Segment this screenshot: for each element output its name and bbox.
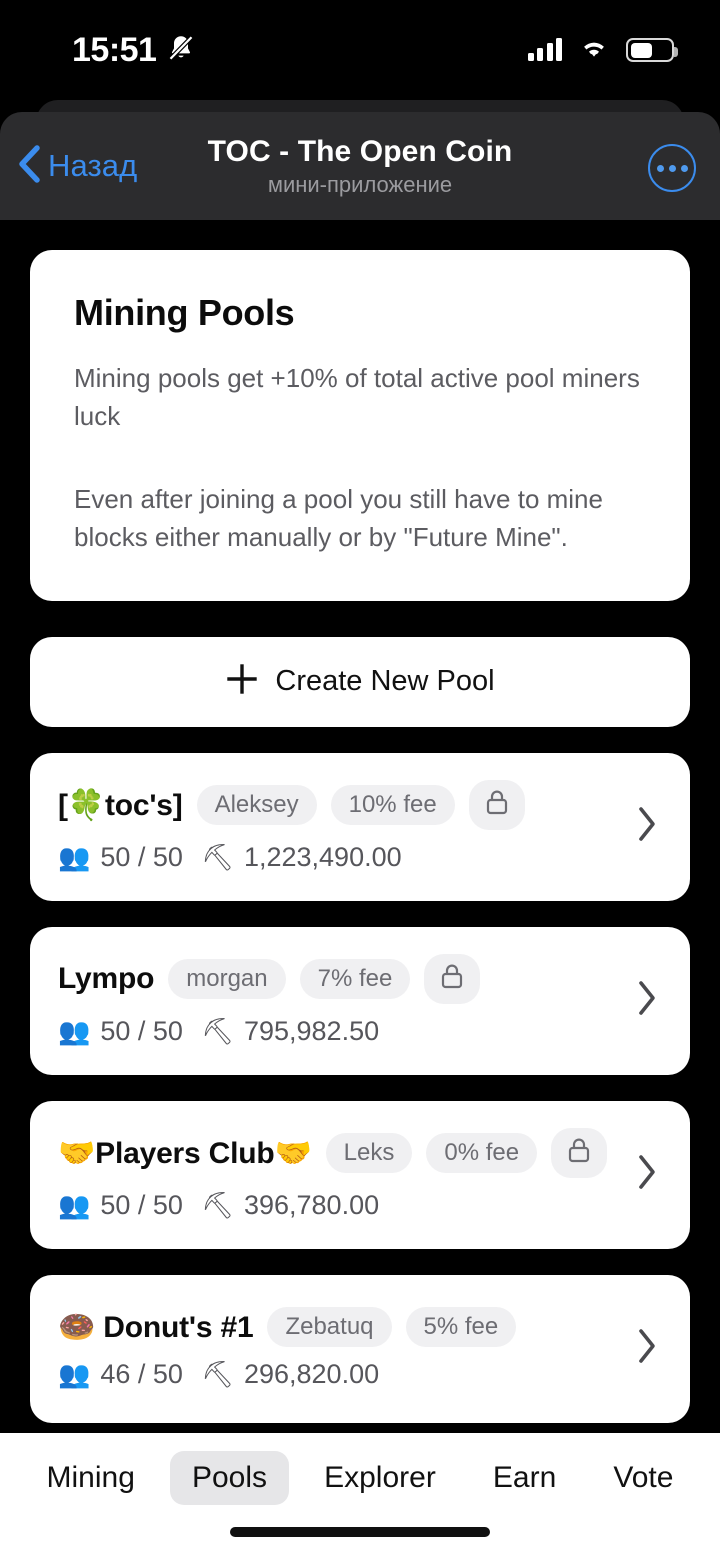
chevron-right-icon[interactable] — [634, 1325, 660, 1372]
pool-row[interactable]: [🍀toc's] Aleksey 10% fee 👥 50 / 50 ⛏ 1,223,490… — [30, 752, 690, 901]
pool-row-top: 🍩 Donut's #1 Zebatuq 5% fee — [58, 1307, 622, 1348]
pool-row-stats: 👥 50 / 50 ⛏ 1,223,490.00 — [58, 842, 622, 873]
pool-hashrate-value: 1,223,490.00 — [243, 842, 402, 873]
pool-name: 🍩 Donut's #1 — [58, 1310, 254, 1344]
pool-owner-badge: Leks — [325, 1133, 413, 1174]
busts-in-silhouette-emoji: 👥 — [58, 1016, 91, 1047]
pool-hashrate-value: 396,780.00 — [243, 1190, 380, 1221]
chevron-right-icon[interactable] — [634, 1151, 660, 1198]
pick-emoji: ⛏ — [200, 1016, 234, 1047]
pool-fee-badge: 10% fee — [330, 785, 455, 826]
pick-emoji: ⛏ — [200, 1190, 234, 1221]
chevron-left-icon — [16, 143, 42, 190]
pool-hashrate-value: 296,820.00 — [243, 1359, 380, 1390]
pool-row-content: Lympo morgan 7% fee 👥 50 / 50 ⛏ 795,982.50 — [58, 954, 622, 1047]
back-button[interactable]: Назад — [16, 112, 137, 220]
more-dot — [680, 164, 688, 172]
pool-hashrate-stat: ⛏ 296,820.00 — [201, 1359, 379, 1390]
create-new-pool-label: Create New Pool — [275, 665, 495, 698]
more-dot — [656, 164, 664, 172]
plus-icon — [225, 662, 259, 701]
pool-fee-badge: 5% fee — [405, 1307, 517, 1348]
bell-slash-icon — [166, 33, 196, 68]
more-options-button[interactable] — [648, 144, 696, 192]
pool-members-stat: 👥 50 / 50 — [58, 842, 183, 873]
lock-icon — [438, 961, 466, 997]
pool-row[interactable]: Lympo morgan 7% fee 👥 50 / 50 ⛏ 795,982.50 — [30, 926, 690, 1075]
pool-row-top: Lympo morgan 7% fee — [58, 954, 622, 1005]
busts-in-silhouette-emoji: 👥 — [58, 1359, 91, 1390]
pool-owner-badge: Aleksey — [196, 785, 317, 826]
pool-row-top: [🍀toc's] Aleksey 10% fee — [58, 780, 622, 831]
tab-earn[interactable]: Earn — [471, 1451, 578, 1505]
chevron-right-icon[interactable] — [634, 977, 660, 1024]
pool-row-stats: 👥 50 / 50 ⛏ 795,982.50 — [58, 1016, 622, 1047]
pool-members-value: 50 / 50 — [100, 1190, 183, 1221]
wifi-icon — [578, 36, 610, 65]
chevron-right-icon[interactable] — [634, 803, 660, 850]
pool-row[interactable]: 🤝Players Club🤝 Leks 0% fee 👥 50 / 50 ⛏ 396,780… — [30, 1100, 690, 1249]
tab-explorer[interactable]: Explorer — [302, 1451, 458, 1505]
pool-row-stats: 👥 46 / 50 ⛏ 296,820.00 — [58, 1359, 622, 1390]
pool-name: 🤝Players Club🤝 — [58, 1136, 312, 1170]
pick-emoji: ⛏ — [200, 842, 234, 873]
back-button-label: Назад — [48, 148, 138, 183]
pool-row-content: 🍩 Donut's #1 Zebatuq 5% fee 👥 46 / 50 ⛏ 296,82… — [58, 1307, 622, 1390]
tab-pools[interactable]: Pools — [169, 1451, 290, 1505]
page-title: TOC - The Open Coin — [207, 135, 513, 169]
pool-row-content: 🤝Players Club🤝 Leks 0% fee 👥 50 / 50 ⛏ 396,780… — [58, 1128, 622, 1221]
pool-row-stats: 👥 50 / 50 ⛏ 396,780.00 — [58, 1190, 622, 1221]
busts-in-silhouette-emoji: 👥 — [58, 842, 91, 873]
pool-fee-badge: 7% fee — [299, 959, 411, 1000]
pool-locked-badge — [468, 780, 525, 831]
pool-owner-badge: Zebatuq — [267, 1307, 392, 1348]
create-new-pool-button[interactable]: Create New Pool — [30, 636, 690, 727]
pool-row-content: [🍀toc's] Aleksey 10% fee 👥 50 / 50 ⛏ 1,223,490… — [58, 780, 622, 873]
lock-icon — [483, 787, 511, 823]
pool-row[interactable]: 🍩 Donut's #1 Zebatuq 5% fee 👥 46 / 50 ⛏ 296,82… — [30, 1274, 690, 1423]
pool-name: [🍀toc's] — [58, 788, 183, 822]
pool-members-value: 50 / 50 — [100, 842, 183, 873]
info-card-paragraph-2: Even after joining a pool you still have… — [74, 484, 603, 553]
pool-hashrate-stat: ⛏ 1,223,490.00 — [201, 842, 402, 873]
home-indicator — [230, 1527, 490, 1537]
phone-screen: 15:51 Назад TOC - The Open Coin мини-при… — [0, 0, 720, 1562]
pool-members-value: 46 / 50 — [100, 1359, 183, 1390]
pool-owner-badge: morgan — [168, 959, 286, 1000]
pool-hashrate-stat: ⛏ 795,982.50 — [201, 1016, 379, 1047]
main-content: Mining Pools Mining pools get +10% of to… — [0, 220, 720, 1433]
app-header: Назад TOC - The Open Coin мини-приложени… — [0, 112, 720, 220]
page-subtitle: мини-приложение — [267, 171, 453, 197]
more-dot — [668, 164, 676, 172]
status-bar-left: 15:51 — [72, 33, 196, 68]
tab-mining[interactable]: Mining — [25, 1451, 157, 1505]
pool-members-stat: 👥 50 / 50 — [58, 1190, 183, 1221]
mining-pools-info-card: Mining Pools Mining pools get +10% of to… — [30, 250, 690, 601]
cellular-signal-icon — [527, 38, 562, 61]
bottom-tab-bar: Mining Pools Explorer Earn Vote — [0, 1433, 720, 1562]
pool-hashrate-value: 795,982.50 — [243, 1016, 380, 1047]
status-bar-right — [527, 36, 678, 65]
pool-fee-badge: 0% fee — [426, 1133, 538, 1174]
pool-members-stat: 👥 50 / 50 — [58, 1016, 183, 1047]
battery-icon — [626, 38, 678, 62]
pool-locked-badge — [424, 954, 481, 1005]
info-card-paragraph-1: Mining pools get +10% of total active po… — [74, 363, 640, 431]
pool-members-stat: 👥 46 / 50 — [58, 1359, 183, 1390]
tab-vote[interactable]: Vote — [591, 1451, 695, 1505]
pool-hashrate-stat: ⛏ 396,780.00 — [201, 1190, 379, 1221]
status-bar: 15:51 — [0, 0, 720, 100]
pool-locked-badge — [551, 1128, 608, 1179]
pool-name: Lympo — [58, 962, 155, 996]
pick-emoji: ⛏ — [200, 1359, 234, 1390]
status-bar-clock: 15:51 — [72, 31, 157, 69]
pool-members-value: 50 / 50 — [100, 1016, 183, 1047]
lock-icon — [565, 1135, 593, 1171]
info-card-title: Mining Pools — [74, 292, 295, 333]
pool-row-top: 🤝Players Club🤝 Leks 0% fee — [58, 1128, 622, 1179]
tab-strip: Mining Pools Explorer Earn Vote — [0, 1433, 720, 1523]
pool-list: [🍀toc's] Aleksey 10% fee 👥 50 / 50 ⛏ 1,223,490… — [0, 752, 720, 1423]
busts-in-silhouette-emoji: 👥 — [58, 1190, 91, 1221]
